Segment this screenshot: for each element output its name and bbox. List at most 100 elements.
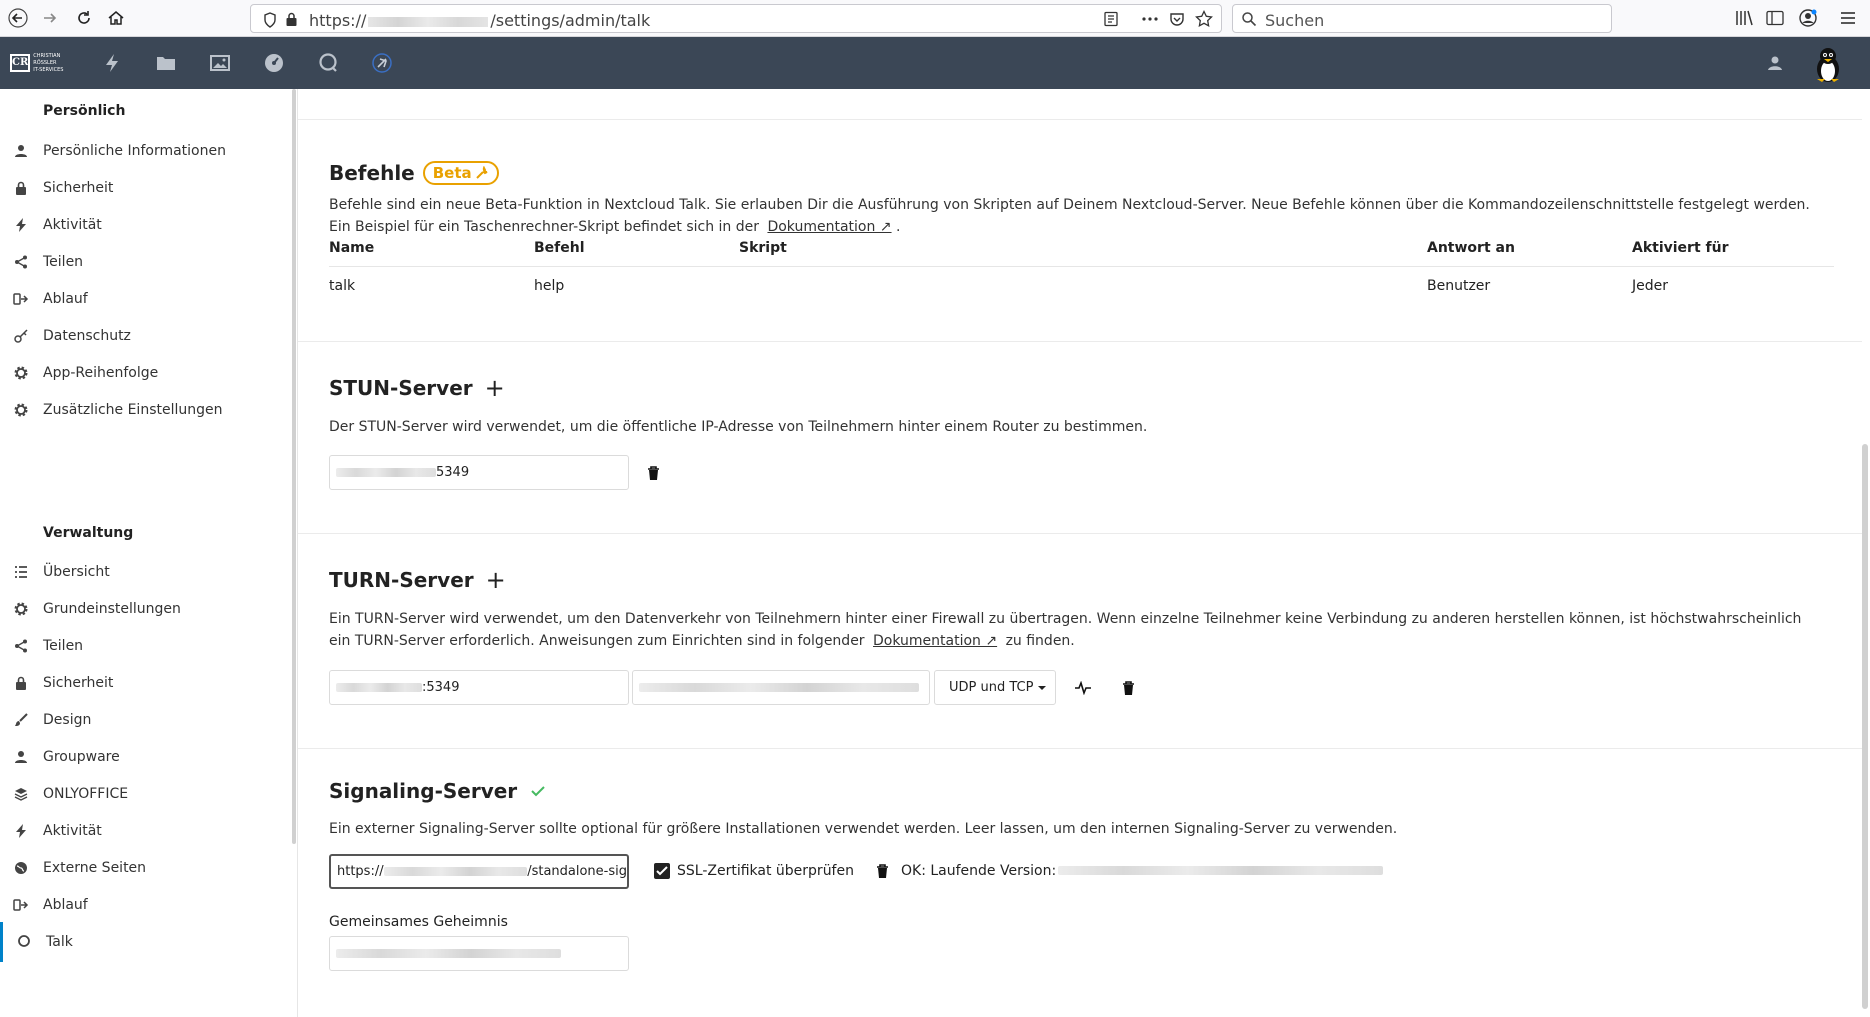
signaling-server-input[interactable]: https:// /standalone-sig bbox=[329, 854, 629, 889]
add-turn-server-button[interactable]: + bbox=[486, 568, 506, 592]
sidebar-item-design[interactable]: Design bbox=[0, 700, 290, 740]
sidebar-item-additional-settings[interactable]: Zusätzliche Einstellungen bbox=[0, 390, 290, 430]
menu-icon[interactable] bbox=[1838, 8, 1858, 28]
more-actions-icon[interactable] bbox=[1141, 11, 1159, 27]
reload-button[interactable] bbox=[70, 4, 98, 32]
sidebar-item-sharing[interactable]: Teilen bbox=[0, 242, 290, 282]
turn-server-input[interactable]: :5349 bbox=[329, 670, 629, 705]
url-text: https:// /settings/admin/talk bbox=[309, 11, 650, 30]
shared-secret-input[interactable] bbox=[329, 936, 629, 971]
sidebar-scrollbar[interactable] bbox=[292, 89, 296, 844]
activity-icon bbox=[12, 216, 30, 234]
app-activity-icon[interactable] bbox=[100, 51, 124, 75]
lock-icon bbox=[12, 674, 30, 692]
signaling-section: Signaling-Server Ein externer Signaling-… bbox=[298, 749, 1862, 1017]
app-talk-icon[interactable] bbox=[316, 51, 340, 75]
user-avatar[interactable] bbox=[1812, 47, 1844, 83]
account-icon[interactable] bbox=[1798, 8, 1818, 28]
sidebar-item-onlyoffice[interactable]: ONLYOFFICE bbox=[0, 774, 290, 814]
commands-description-text: Befehle sind ein neue Beta-Funktion in N… bbox=[329, 197, 1810, 235]
logo[interactable]: CR CHRISTIAN RÖSSLER IT-SERVICES bbox=[10, 53, 72, 73]
contacts-menu-icon[interactable] bbox=[1763, 51, 1787, 75]
commands-documentation-link[interactable]: Dokumentation ↗ bbox=[767, 219, 891, 235]
home-button[interactable] bbox=[102, 4, 130, 32]
sidebar-item-flow[interactable]: Ablauf bbox=[0, 279, 290, 319]
sidebar-item-talk[interactable]: Talk bbox=[0, 922, 290, 962]
add-stun-server-button[interactable]: + bbox=[485, 376, 505, 400]
stun-description: Der STUN-Server wird verwendet, um die ö… bbox=[329, 419, 1148, 435]
sidebar-toggle-icon[interactable] bbox=[1765, 8, 1785, 28]
sidebar-item-label: Aktivität bbox=[43, 823, 102, 839]
globe-icon bbox=[12, 859, 30, 877]
checkbox-check-icon bbox=[656, 866, 668, 876]
sidebar-item-label: Design bbox=[43, 712, 92, 728]
search-bar[interactable]: Suchen bbox=[1232, 4, 1612, 33]
app-dashboard-icon[interactable] bbox=[262, 51, 286, 75]
turn-secret-input[interactable] bbox=[632, 670, 930, 705]
pocket-icon[interactable] bbox=[1169, 11, 1185, 27]
library-icon[interactable] bbox=[1735, 8, 1755, 28]
delete-stun-server-button[interactable] bbox=[641, 461, 665, 485]
ssl-verify-label[interactable]: SSL-Zertifikat überprüfen bbox=[677, 863, 854, 879]
bookmark-star-icon[interactable] bbox=[1195, 10, 1213, 28]
sidebar-item-label: Teilen bbox=[43, 254, 84, 270]
sidebar-item-label: Zusätzliche Einstellungen bbox=[43, 402, 223, 418]
groupware-icon bbox=[12, 748, 30, 766]
nextcloud-header: CR CHRISTIAN RÖSSLER IT-SERVICES bbox=[0, 37, 1870, 89]
sidebar-item-admin-security[interactable]: Sicherheit bbox=[0, 663, 290, 703]
sidebar-item-label: Ablauf bbox=[43, 897, 88, 913]
column-header-script: Skript bbox=[739, 240, 787, 256]
activity-pulse-icon bbox=[1075, 681, 1091, 695]
layers-icon bbox=[12, 785, 30, 803]
forward-button[interactable] bbox=[36, 4, 64, 32]
sidebar-item-overview[interactable]: Übersicht bbox=[0, 552, 290, 592]
signaling-title-text: Signaling-Server bbox=[329, 779, 518, 803]
back-button[interactable] bbox=[4, 4, 32, 32]
app-photos-icon[interactable] bbox=[208, 51, 232, 75]
sidebar-item-external-sites[interactable]: Externe Seiten bbox=[0, 848, 290, 888]
column-header-name: Name bbox=[329, 240, 375, 256]
turn-documentation-link[interactable]: Dokumentation ↗ bbox=[873, 633, 997, 649]
stun-title-text: STUN-Server bbox=[329, 376, 473, 400]
sidebar-item-label: App-Reihenfolge bbox=[43, 365, 159, 381]
column-header-command: Befehl bbox=[534, 240, 585, 256]
url-scheme: https:// bbox=[309, 11, 367, 30]
sidebar-item-label: Groupware bbox=[43, 749, 120, 765]
app-files-icon[interactable] bbox=[154, 51, 178, 75]
delete-turn-server-button[interactable] bbox=[1116, 676, 1140, 700]
shared-secret-label: Gemeinsames Geheimnis bbox=[329, 914, 508, 930]
app-settings-active-icon[interactable] bbox=[370, 51, 394, 75]
cell-response: Benutzer bbox=[1427, 278, 1491, 294]
sidebar-item-admin-flow[interactable]: Ablauf bbox=[0, 885, 290, 925]
url-path: /settings/admin/talk bbox=[490, 11, 651, 30]
sidebar-item-admin-activity[interactable]: Aktivität bbox=[0, 811, 290, 851]
sidebar-item-activity[interactable]: Aktivität bbox=[0, 205, 290, 245]
cell-enabled: Jeder bbox=[1632, 278, 1668, 294]
share-icon bbox=[12, 253, 30, 271]
trash-icon bbox=[647, 465, 659, 480]
sidebar-item-security[interactable]: Sicherheit bbox=[0, 168, 290, 208]
sidebar-item-groupware[interactable]: Groupware bbox=[0, 737, 290, 777]
stun-server-input[interactable]: 5349 bbox=[329, 455, 629, 490]
redacted-version bbox=[1058, 866, 1384, 875]
sidebar-item-admin-sharing[interactable]: Teilen bbox=[0, 626, 290, 666]
sidebar-item-privacy[interactable]: Datenschutz bbox=[0, 316, 290, 356]
sidebar-item-app-order[interactable]: App-Reihenfolge bbox=[0, 353, 290, 393]
main-scrollbar[interactable] bbox=[1862, 444, 1868, 1009]
turn-protocol-select[interactable]: UDP und TCP bbox=[934, 670, 1056, 705]
test-turn-server-button[interactable] bbox=[1071, 676, 1095, 700]
delete-signaling-server-button[interactable] bbox=[870, 859, 894, 883]
reader-view-icon[interactable] bbox=[1103, 11, 1119, 27]
sidebar-item-basic-settings[interactable]: Grundeinstellungen bbox=[0, 589, 290, 629]
ssl-verify-checkbox[interactable] bbox=[654, 863, 670, 879]
trash-icon bbox=[1122, 680, 1134, 695]
sidebar-item-label: Datenschutz bbox=[43, 328, 131, 344]
sidebar-item-personal-info[interactable]: Persönliche Informationen bbox=[0, 131, 290, 171]
trash-icon bbox=[876, 863, 888, 878]
browser-toolbar: https:// /settings/admin/talk Suchen bbox=[0, 0, 1870, 37]
url-redacted-host bbox=[368, 16, 489, 27]
signaling-title: Signaling-Server bbox=[329, 779, 545, 803]
table-header-divider bbox=[329, 266, 1834, 267]
address-bar[interactable]: https:// /settings/admin/talk bbox=[250, 4, 1222, 33]
sidebar-item-label: Übersicht bbox=[43, 564, 110, 580]
